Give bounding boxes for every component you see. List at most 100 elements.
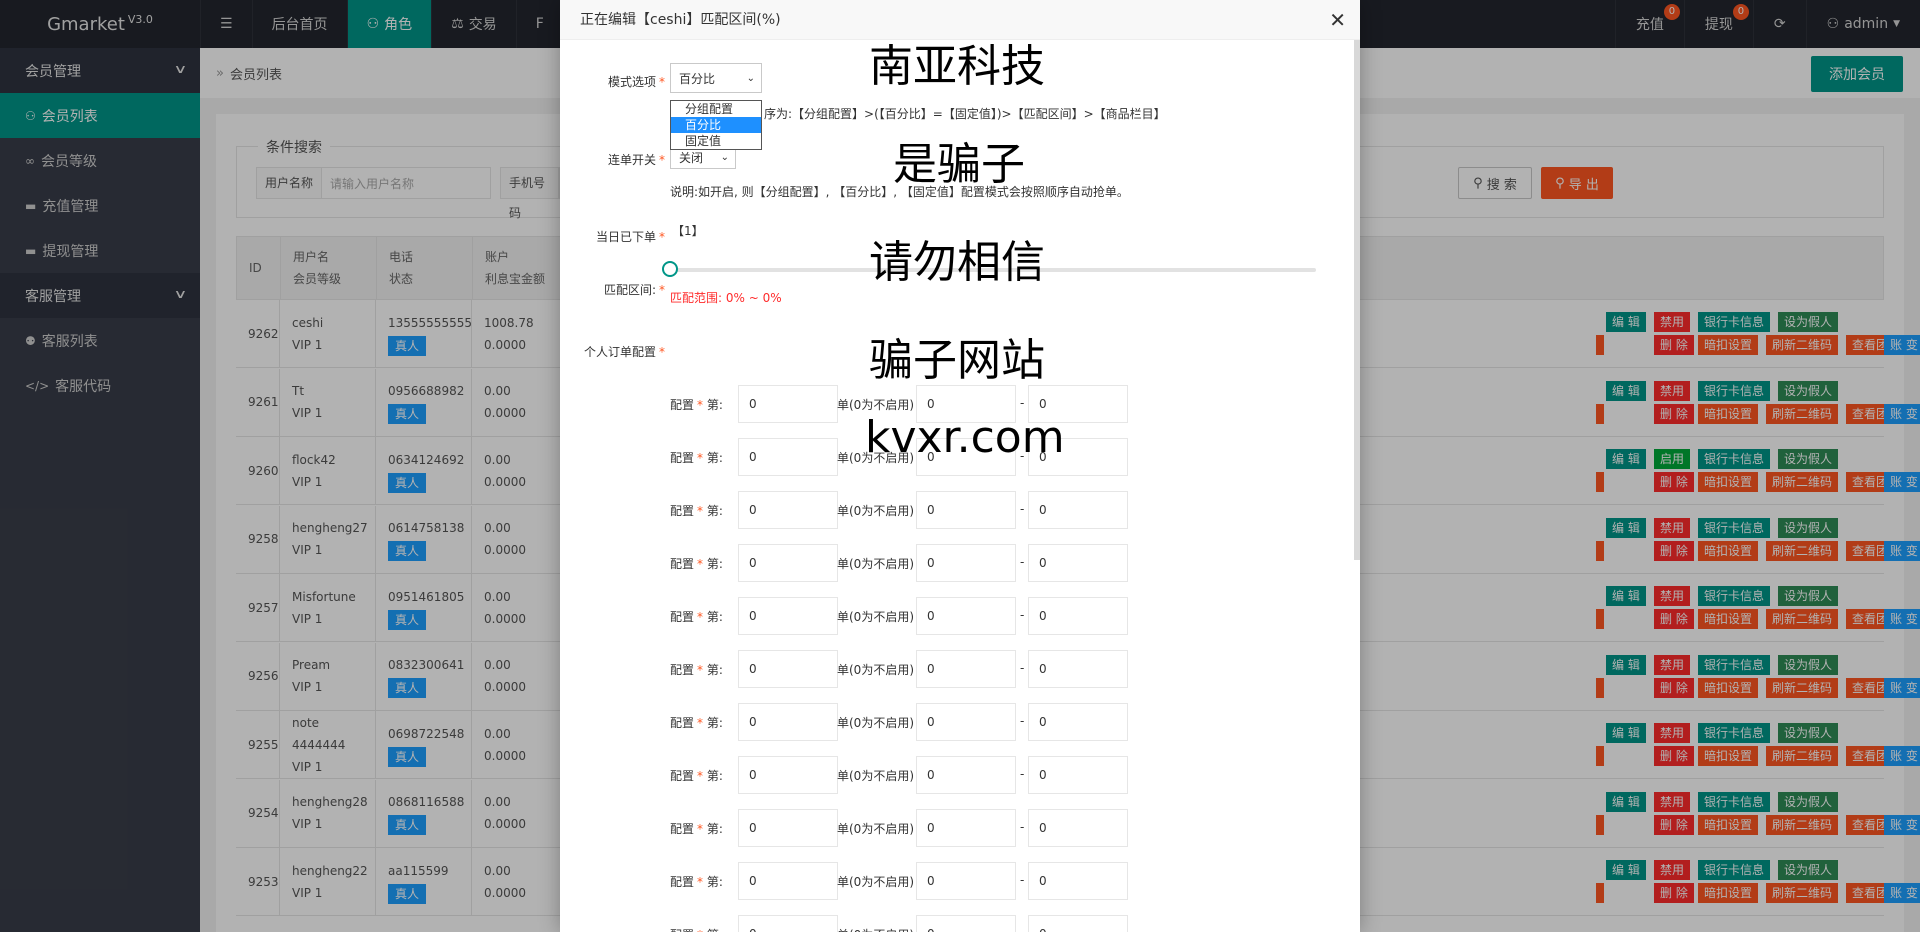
overlay-text: 请勿相信 bbox=[869, 237, 1045, 288]
order-number-input[interactable]: 0 bbox=[738, 597, 838, 635]
chevron-down-icon: ⌄ bbox=[720, 151, 729, 163]
range-min-input[interactable]: 0 bbox=[916, 703, 1016, 741]
mode-select-value: 百分比 bbox=[679, 71, 716, 86]
range-min-input[interactable]: 0 bbox=[916, 809, 1016, 847]
config-label: 配置* 第: bbox=[670, 769, 723, 783]
order-number-input[interactable]: 0 bbox=[738, 650, 838, 688]
config-label: 配置* 第: bbox=[670, 822, 723, 836]
order-number-input[interactable]: 0 bbox=[738, 544, 838, 582]
order-config-row: 配置* 第:0单(0为不启用)0-0 bbox=[560, 913, 1360, 932]
order-config-row: 配置* 第:0单(0为不启用)0-0 bbox=[560, 860, 1360, 900]
range-min-input[interactable]: 0 bbox=[916, 491, 1016, 529]
continuous-label: 连单开关 * bbox=[580, 151, 665, 168]
required-star: * bbox=[659, 75, 665, 89]
required-star: * bbox=[659, 283, 665, 297]
config-unit: 单(0为不启用) bbox=[837, 610, 914, 624]
range-max-input[interactable]: 0 bbox=[1028, 809, 1128, 847]
order-config-row: 配置* 第:0单(0为不启用)0-0 bbox=[560, 754, 1360, 794]
mode-option-fixed[interactable]: 固定值 bbox=[671, 133, 761, 149]
overlay-text: 南亚科技 bbox=[869, 41, 1045, 92]
range-max-input[interactable]: 0 bbox=[1028, 597, 1128, 635]
config-label: 配置* 第: bbox=[670, 504, 723, 518]
range-dash: - bbox=[1020, 608, 1025, 622]
slider-handle[interactable] bbox=[662, 261, 678, 277]
order-number-input[interactable]: 0 bbox=[738, 438, 838, 476]
match-range-note: 匹配范围: 0% ~ 0% bbox=[670, 291, 782, 305]
range-min-input[interactable]: 0 bbox=[916, 756, 1016, 794]
required-star: * bbox=[659, 345, 665, 359]
order-number-input[interactable]: 0 bbox=[738, 756, 838, 794]
mode-options-dropdown: 分组配置 百分比 固定值 bbox=[670, 100, 762, 150]
overlay-text: kvxr.com bbox=[865, 412, 1065, 463]
range-dash: - bbox=[1020, 396, 1025, 410]
config-unit: 单(0为不启用) bbox=[837, 663, 914, 677]
personal-order-label: 个人订单配置 * bbox=[580, 343, 665, 360]
range-min-input[interactable]: 0 bbox=[916, 544, 1016, 582]
order-number-input[interactable]: 0 bbox=[738, 809, 838, 847]
range-max-input[interactable]: 0 bbox=[1028, 703, 1128, 741]
range-dash: - bbox=[1020, 820, 1025, 834]
config-unit: 单(0为不启用) bbox=[837, 557, 914, 571]
range-max-input[interactable]: 0 bbox=[1028, 862, 1128, 900]
range-dash: - bbox=[1020, 714, 1025, 728]
range-min-input[interactable]: 0 bbox=[916, 915, 1016, 932]
config-label: 配置* 第: bbox=[670, 716, 723, 730]
modal-title: 正在编辑【ceshi】匹配区间(%) bbox=[580, 12, 781, 28]
config-label: 配置* 第: bbox=[670, 663, 723, 677]
today-orders-label: 当日已下单 * bbox=[580, 228, 665, 245]
range-dash: - bbox=[1020, 502, 1025, 516]
continuous-select-value: 关闭 bbox=[679, 150, 704, 165]
range-dash: - bbox=[1020, 926, 1024, 932]
range-min-input[interactable]: 0 bbox=[916, 650, 1016, 688]
range-dash: - bbox=[1020, 767, 1025, 781]
config-unit: 单(0为不启用) bbox=[837, 504, 914, 518]
order-number-input[interactable]: 0 bbox=[738, 491, 838, 529]
mode-option-percent[interactable]: 百分比 bbox=[671, 117, 761, 133]
close-icon[interactable]: ✕ bbox=[1329, 0, 1346, 40]
mode-select[interactable]: 百分比 ⌄ bbox=[670, 63, 762, 93]
match-range-label: 匹配区间: * bbox=[580, 281, 665, 298]
range-max-input[interactable]: 0 bbox=[1028, 756, 1128, 794]
range-max-input[interactable]: 0 bbox=[1028, 491, 1128, 529]
range-max-input[interactable]: 0 bbox=[1028, 915, 1128, 932]
range-max-input[interactable]: 0 bbox=[1028, 650, 1128, 688]
continuous-label-text: 连单开关 bbox=[607, 153, 656, 167]
required-star: * bbox=[659, 153, 665, 167]
mode-label: 模式选项 * bbox=[580, 73, 665, 90]
chevron-down-icon: ⌄ bbox=[746, 72, 755, 84]
config-unit: 单(0为不启用) bbox=[837, 398, 914, 412]
range-dash: - bbox=[1020, 873, 1025, 887]
modal-scrollbar[interactable] bbox=[1354, 40, 1360, 560]
mode-option-group[interactable]: 分组配置 bbox=[671, 101, 761, 117]
order-number-input[interactable]: 0 bbox=[738, 703, 838, 741]
range-min-input[interactable]: 0 bbox=[916, 862, 1016, 900]
config-label: 配置* 第: bbox=[670, 610, 723, 624]
config-label: 配置* 第: bbox=[670, 398, 723, 412]
order-config-row: 配置* 第:0单(0为不启用)0-0 bbox=[560, 701, 1360, 741]
range-dash: - bbox=[1020, 555, 1025, 569]
order-number-input[interactable]: 0 bbox=[738, 862, 838, 900]
config-unit: 单(0为不启用) bbox=[837, 716, 914, 730]
overlay-text: 骗子网站 bbox=[869, 335, 1045, 386]
required-star: * bbox=[659, 230, 665, 244]
config-label: 配置* 第: bbox=[670, 451, 723, 465]
order-config-row: 配置* 第:0单(0为不启用)0-0 bbox=[560, 489, 1360, 529]
overlay-text: 是骗子 bbox=[893, 139, 1025, 190]
config-unit: 单(0为不启用) bbox=[837, 822, 914, 836]
config-unit: 单(0为不启用) bbox=[837, 875, 914, 889]
range-min-input[interactable]: 0 bbox=[916, 597, 1016, 635]
config-label: 配置* 第: bbox=[670, 875, 723, 889]
config-unit: 单(0为不启用) bbox=[837, 926, 914, 932]
order-config-row: 配置* 第:0单(0为不启用)0-0 bbox=[560, 542, 1360, 582]
config-label: 配置* 第: bbox=[670, 926, 723, 932]
order-config-row: 配置* 第:0单(0为不启用)0-0 bbox=[560, 648, 1360, 688]
range-max-input[interactable]: 0 bbox=[1028, 544, 1128, 582]
order-number-input[interactable]: 0 bbox=[738, 385, 838, 423]
match-range-label-text: 匹配区间: bbox=[603, 283, 656, 297]
order-number-input[interactable]: 0 bbox=[738, 915, 838, 932]
priority-note: 序为:【分组配置】>(【百分比】=【固定值】)>【匹配区间】>【商品栏目】 bbox=[764, 107, 1166, 121]
order-config-row: 配置* 第:0单(0为不启用)0-0 bbox=[560, 807, 1360, 847]
personal-order-label-text: 个人订单配置 bbox=[583, 345, 656, 359]
order-config-row: 配置* 第:0单(0为不启用)0-0 bbox=[560, 595, 1360, 635]
range-dash: - bbox=[1020, 661, 1025, 675]
